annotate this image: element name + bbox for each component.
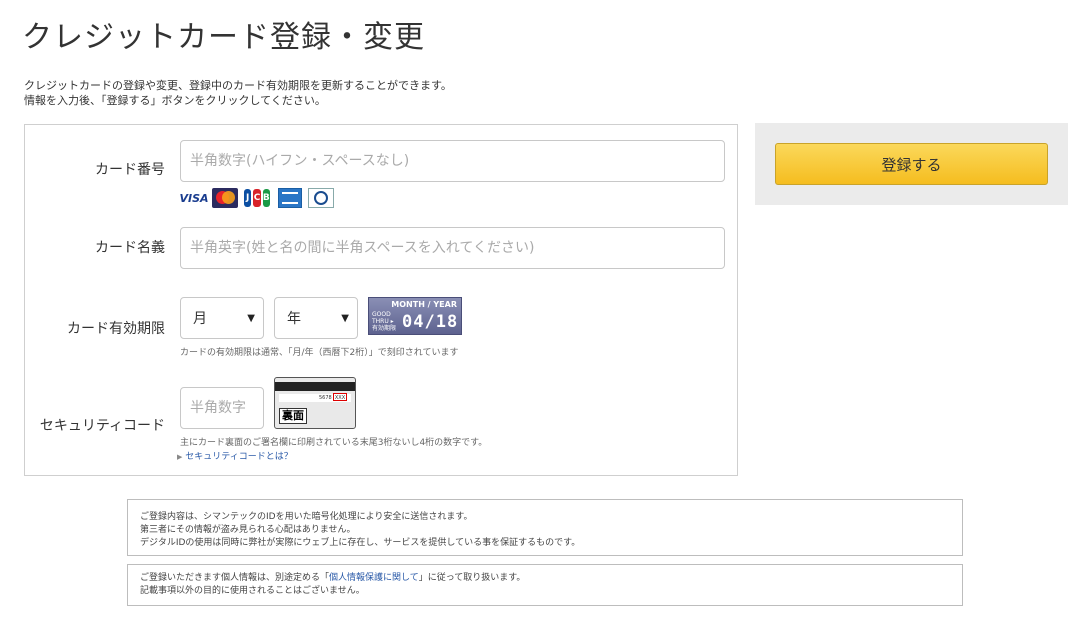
expiry-year-value: 年 bbox=[287, 311, 301, 327]
security-info-line: デジタルIDの使用は同時に弊社が実際にウェブ上に存在し、サービスを提供している事… bbox=[140, 538, 581, 548]
security-info-box: ご登録内容は、シマンテックのIDを用いた暗号化処理により安全に送信されます。 第… bbox=[127, 499, 963, 556]
expiry-year-select[interactable]: 年 ▼ bbox=[274, 297, 358, 339]
privacy-info-line: 記載事項以外の目的に使用されることはございません。 bbox=[140, 586, 365, 596]
visa-logo-icon: VISA bbox=[179, 191, 209, 205]
intro-line: 情報を入力後、「登録する」ボタンをクリックしてください。 bbox=[24, 94, 326, 107]
expiry-image-label: MONTH / YEAR bbox=[391, 300, 457, 309]
chevron-down-icon: ▼ bbox=[341, 313, 349, 324]
privacy-text-pre: ご登録いただきます個人情報は、別途定める「 bbox=[140, 573, 330, 583]
card-form: カード番号 VISA JCB カード名義 カード有効期限 月 ▼ 年 ▼ MON… bbox=[24, 124, 738, 476]
privacy-info-box: ご登録いただきます個人情報は、別途定める「個人情報保護に関して」に従って取り扱い… bbox=[127, 564, 963, 606]
security-code-help-link[interactable]: ▶ セキュリティコードとは？ bbox=[177, 449, 293, 462]
expiry-sample-image: MONTH / YEAR GOOD THRU ▸ 有効期限 04/18 bbox=[368, 297, 462, 335]
expiry-month-select[interactable]: 月 ▼ bbox=[180, 297, 264, 339]
card-back-cvv: XXX bbox=[333, 393, 347, 401]
expiry-note: カードの有効期限は通常、「月/年（西暦下2桁）」で刻印されています bbox=[180, 348, 459, 358]
expiry-label: カード有効期限 bbox=[67, 321, 165, 337]
diners-logo-icon bbox=[308, 188, 334, 208]
security-code-note: 主にカード裏面のご署名欄に印刷されている末尾3桁ないし4桁の数字です。 bbox=[180, 438, 488, 448]
expiry-image-good-thru: GOOD THRU ▸ 有効期限 bbox=[372, 311, 397, 332]
card-number-input[interactable] bbox=[180, 140, 725, 182]
privacy-text-post: 」に従って取り扱います。 bbox=[418, 573, 526, 583]
card-name-label: カード名義 bbox=[95, 240, 165, 256]
caret-right-icon: ▶ bbox=[177, 453, 183, 461]
intro-line: クレジットカードの登録や変更、登録中のカード有効期限を更新することができます。 bbox=[24, 79, 452, 92]
expiry-month-value: 月 bbox=[193, 311, 207, 327]
card-name-input[interactable] bbox=[180, 227, 725, 269]
security-code-input[interactable] bbox=[180, 387, 264, 429]
card-back-number: 5678 bbox=[319, 395, 332, 401]
action-panel: 登録する bbox=[755, 123, 1068, 205]
expiry-image-date: 04/18 bbox=[402, 312, 459, 332]
intro-text: クレジットカードの登録や変更、登録中のカード有効期限を更新することができます。 … bbox=[24, 78, 452, 108]
card-number-label: カード番号 bbox=[95, 162, 165, 178]
card-back-image: 5678 XXX 裏面 bbox=[274, 377, 356, 429]
jcb-logo-icon: JCB bbox=[243, 188, 271, 208]
mastercard-logo-icon bbox=[212, 188, 238, 208]
security-code-help-text: セキュリティコードとは？ bbox=[185, 452, 293, 462]
security-info-line: ご登録内容は、シマンテックのIDを用いた暗号化処理により安全に送信されます。 bbox=[140, 512, 473, 522]
amex-logo-icon bbox=[278, 188, 302, 208]
page-title: クレジットカード登録・変更 bbox=[22, 20, 425, 55]
privacy-info-line: ご登録いただきます個人情報は、別途定める「個人情報保護に関して」に従って取り扱い… bbox=[140, 572, 950, 585]
register-button[interactable]: 登録する bbox=[775, 143, 1048, 185]
security-info-line: 第三者にその情報が盗み見られる心配はありません。 bbox=[140, 525, 356, 535]
privacy-policy-link[interactable]: 個人情報保護に関して bbox=[329, 573, 419, 583]
security-code-label: セキュリティコード bbox=[39, 418, 165, 434]
magnetic-stripe bbox=[275, 382, 355, 391]
chevron-down-icon: ▼ bbox=[247, 313, 255, 324]
card-back-label: 裏面 bbox=[279, 408, 307, 424]
